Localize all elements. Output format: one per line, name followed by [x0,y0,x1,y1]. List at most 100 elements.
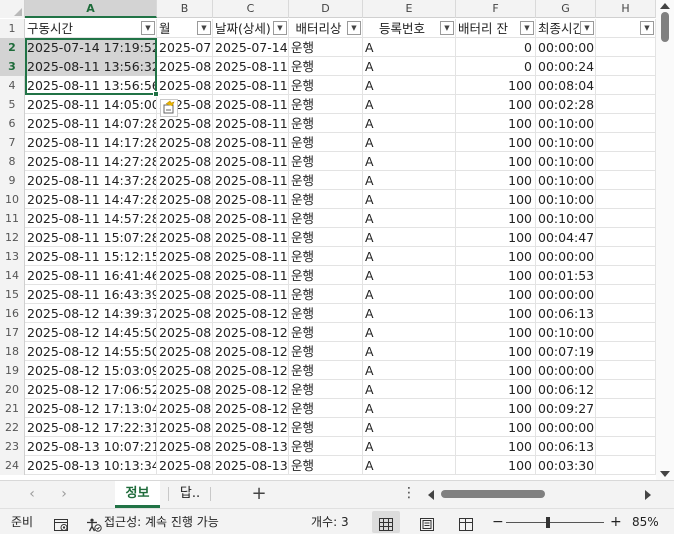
empty-cell[interactable]: ▼ [596,19,656,38]
worksheet-grid[interactable]: A B C D E F G H 1 구동시간 ▼ 월 ▼ 날짜(상세) ▼ 배터리상 ▼ 등록번호… [0,0,656,480]
row-header[interactable]: 6 [0,114,25,133]
cell-month[interactable]: 2025-08 [157,399,213,418]
cell-battery-remaining[interactable]: 100 [456,95,536,114]
cell-battery-status[interactable]: 운행 [289,437,363,456]
cell-drive-time[interactable]: 2025-08-11 16:43:39 [25,285,157,304]
page-layout-icon[interactable] [420,515,435,531]
cell-date-detail[interactable]: 2025-08-12 [213,304,289,323]
row-header[interactable]: 5 [0,95,25,114]
filter-dropdown-icon[interactable]: ▼ [273,21,287,35]
empty-cell[interactable] [596,247,656,266]
cell-month[interactable]: 2025-08 [157,361,213,380]
column-header-c[interactable]: C [213,0,289,18]
row-header[interactable]: 12 [0,228,25,247]
cell-drive-time[interactable]: 2025-08-12 17:13:04 [25,399,157,418]
row-header[interactable]: 3 [0,57,25,76]
cell-month[interactable]: 2025-08 [157,342,213,361]
cell-battery-status[interactable]: 운행 [289,323,363,342]
cell-final-time[interactable]: 00:09:27 [536,399,596,418]
cell-battery-status[interactable]: 운행 [289,190,363,209]
cell-final-time[interactable]: 00:03:30 [536,456,596,475]
row-header[interactable]: 23 [0,437,25,456]
cell-reg-number[interactable]: A [363,247,456,266]
cell-month[interactable]: 2025-08 [157,57,213,76]
row-header[interactable]: 22 [0,418,25,437]
empty-cell[interactable] [596,133,656,152]
cell-final-time[interactable]: 00:00:00 [536,247,596,266]
empty-cell[interactable] [596,152,656,171]
empty-cell[interactable] [596,456,656,475]
cell-drive-time[interactable]: 2025-08-11 14:27:28 [25,152,157,171]
row-header[interactable]: 2 [0,38,25,57]
cell-date-detail[interactable]: 2025-08-11 [213,57,289,76]
cell-battery-status[interactable]: 운행 [289,304,363,323]
cell-date-detail[interactable]: 2025-08-11 [213,285,289,304]
row-header[interactable]: 1 [0,19,25,38]
empty-cell[interactable] [596,285,656,304]
cell-date-detail[interactable]: 2025-08-11 [213,190,289,209]
cell-final-time[interactable]: 00:00:00 [536,285,596,304]
cell-reg-number[interactable]: A [363,57,456,76]
cell-reg-number[interactable]: A [363,152,456,171]
cell-final-time[interactable]: 00:06:13 [536,304,596,323]
cell-drive-time[interactable]: 2025-08-12 14:55:50 [25,342,157,361]
cell-reg-number[interactable]: A [363,418,456,437]
header-cell-drive-time[interactable]: 구동시간 ▼ [25,19,157,38]
cell-battery-remaining[interactable]: 100 [456,304,536,323]
cell-month[interactable]: 2025-08 [157,437,213,456]
empty-cell[interactable] [596,228,656,247]
cell-date-detail[interactable]: 2025-08-11 [213,76,289,95]
header-cell-date-detail[interactable]: 날짜(상세) ▼ [213,19,289,38]
cell-month[interactable]: 2025-08 [157,380,213,399]
cell-date-detail[interactable]: 2025-08-12 [213,342,289,361]
header-cell-battery-remaining[interactable]: 배터리 잔 ▼ [456,19,536,38]
cell-date-detail[interactable]: 2025-08-13 [213,437,289,456]
cell-battery-remaining[interactable]: 100 [456,399,536,418]
cell-month[interactable]: 2025-08 [157,133,213,152]
cell-month[interactable]: 2025-08 [157,323,213,342]
zoom-level[interactable]: 85% [632,509,659,534]
cell-battery-remaining[interactable]: 100 [456,171,536,190]
cell-battery-remaining[interactable]: 100 [456,323,536,342]
cell-final-time[interactable]: 00:10:00 [536,190,596,209]
empty-cell[interactable] [596,399,656,418]
cell-drive-time[interactable]: 2025-08-11 13:56:32 [25,57,157,76]
cell-drive-time[interactable]: 2025-08-11 14:37:28 [25,171,157,190]
cell-battery-remaining[interactable]: 100 [456,361,536,380]
zoom-in-button[interactable]: + [610,509,622,534]
cell-final-time[interactable]: 00:00:00 [536,418,596,437]
cell-month[interactable]: 2025-08 [157,76,213,95]
cell-battery-status[interactable]: 운행 [289,399,363,418]
cell-final-time[interactable]: 00:00:00 [536,38,596,57]
cell-month[interactable]: 2025-08 [157,418,213,437]
row-header[interactable]: 10 [0,190,25,209]
cell-date-detail[interactable]: 2025-08-11 [213,133,289,152]
next-sheet-icon[interactable]: › [56,486,72,502]
cell-reg-number[interactable]: A [363,38,456,57]
cell-drive-time[interactable]: 2025-08-12 14:39:37 [25,304,157,323]
row-header[interactable]: 13 [0,247,25,266]
cell-drive-time[interactable]: 2025-08-11 15:07:28 [25,228,157,247]
column-header-d[interactable]: D [289,0,363,18]
cell-final-time[interactable]: 00:06:13 [536,437,596,456]
cell-date-detail[interactable]: 2025-08-11 [213,266,289,285]
cell-month[interactable]: 2025-08 [157,285,213,304]
cell-reg-number[interactable]: A [363,171,456,190]
cell-battery-remaining[interactable]: 100 [456,133,536,152]
cell-date-detail[interactable]: 2025-08-13 [213,456,289,475]
empty-cell[interactable] [596,304,656,323]
cell-battery-status[interactable]: 운행 [289,38,363,57]
row-header[interactable]: 11 [0,209,25,228]
cell-final-time[interactable]: 00:10:00 [536,209,596,228]
cell-battery-status[interactable]: 운행 [289,380,363,399]
cell-battery-status[interactable]: 운행 [289,418,363,437]
cell-reg-number[interactable]: A [363,190,456,209]
cell-drive-time[interactable]: 2025-07-14 17:19:52 [25,38,157,57]
empty-cell[interactable] [596,171,656,190]
cell-reg-number[interactable]: A [363,323,456,342]
cell-date-detail[interactable]: 2025-08-12 [213,399,289,418]
filter-dropdown-icon[interactable]: ▼ [347,21,361,35]
cell-date-detail[interactable]: 2025-08-12 [213,361,289,380]
cell-month[interactable]: 2025-08 [157,228,213,247]
cell-final-time[interactable]: 00:02:28 [536,95,596,114]
